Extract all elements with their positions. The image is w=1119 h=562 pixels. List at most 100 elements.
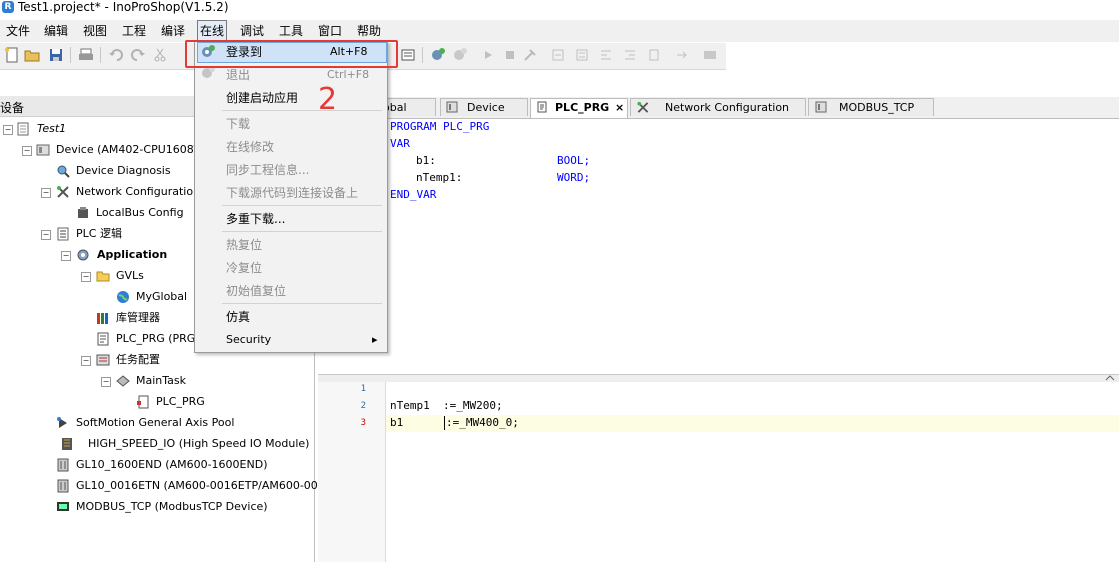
task-icon: [116, 375, 130, 387]
tab-network-configuration[interactable]: Network Configuration: [630, 98, 806, 116]
breakpoint-icon[interactable]: [550, 47, 566, 63]
program-call-icon: [137, 395, 149, 409]
tree-item-application[interactable]: Application: [97, 245, 167, 265]
save-icon[interactable]: [48, 47, 64, 63]
expand-toggle[interactable]: −: [81, 356, 91, 366]
redo-icon[interactable]: [130, 47, 146, 63]
expand-toggle[interactable]: −: [41, 188, 51, 198]
line-number: 1: [360, 384, 366, 394]
menu-online[interactable]: 在线: [197, 20, 228, 42]
tree-item-project[interactable]: Test1: [37, 119, 66, 139]
application-gear-icon: [77, 249, 89, 261]
menu-item-online-change[interactable]: 在线修改: [226, 137, 274, 157]
network-config-icon: [637, 101, 649, 113]
menu-item-multiple-download[interactable]: 多重下载...: [226, 209, 285, 229]
line-number: 3: [360, 418, 366, 428]
tree-item-plc-logic[interactable]: PLC 逻辑: [76, 224, 122, 244]
tree-item-gvls[interactable]: GVLs: [116, 266, 144, 286]
menu-item-logout[interactable]: 退出: [226, 65, 250, 85]
menu-debug[interactable]: 调试: [238, 21, 266, 41]
close-tab-icon[interactable]: ×: [615, 99, 624, 117]
variable-name: b1:: [416, 154, 436, 167]
run-to-cursor-icon[interactable]: [646, 47, 662, 63]
start-icon[interactable]: [480, 47, 496, 63]
menu-item-cold-reset[interactable]: 冷复位: [226, 258, 262, 278]
localbus-icon: [78, 207, 88, 218]
plc-logic-icon: [57, 227, 69, 241]
undo-icon[interactable]: [108, 47, 124, 63]
tree-item-device[interactable]: Device (AM402-CPU1608TP/: [56, 140, 211, 160]
menu-item-warm-reset[interactable]: 热复位: [226, 235, 262, 255]
menu-item-download[interactable]: 下载: [226, 114, 250, 134]
menu-edit[interactable]: 编辑: [42, 21, 70, 41]
tree-item-task-plc-prg[interactable]: PLC_PRG: [156, 392, 205, 412]
menu-separator: [222, 205, 382, 206]
tree-item-plc-prg[interactable]: PLC_PRG (PRG): [116, 329, 200, 349]
menu-window[interactable]: 窗口: [316, 21, 344, 41]
tree-item-gl10-1600end[interactable]: GL10_1600END (AM600-1600END): [76, 455, 268, 475]
declaration-editor[interactable]: PROGRAM PLC_PRG VAR b1: BOOL; nTemp1: WO…: [386, 119, 1119, 374]
modbus-icon: [57, 502, 69, 511]
menu-item-reset-origin[interactable]: 初始值复位: [226, 281, 286, 301]
print-icon[interactable]: [78, 47, 94, 63]
chevron-up-icon[interactable]: [1104, 375, 1116, 381]
step-out-icon[interactable]: [622, 47, 638, 63]
tree-item-localbus[interactable]: LocalBus Config: [96, 203, 184, 223]
menu-separator: [222, 303, 382, 304]
menu-item-simulation[interactable]: 仿真: [226, 307, 250, 327]
tree-item-device-diagnosis[interactable]: Device Diagnosis: [76, 161, 171, 181]
menu-item-security[interactable]: Security: [226, 330, 271, 350]
module-icon: [57, 458, 69, 472]
login-icon[interactable]: [430, 47, 446, 63]
code-line: nTemp1 :=_MW200;: [390, 399, 503, 412]
variable-type: WORD;: [557, 171, 591, 184]
stop-icon[interactable]: [502, 47, 518, 63]
menu-tools[interactable]: 工具: [277, 21, 305, 41]
menu-help[interactable]: 帮助: [355, 21, 383, 41]
task-config-icon: [96, 354, 110, 366]
tree-item-library-manager[interactable]: 库管理器: [116, 308, 160, 328]
logout-icon[interactable]: [452, 47, 468, 63]
next-statement-icon[interactable]: [674, 47, 690, 63]
tree-item-task-config[interactable]: 任务配置: [116, 350, 160, 370]
tree-item-modbus-tcp[interactable]: MODBUS_TCP (ModbusTCP Device): [76, 497, 268, 517]
menu-item-download-source[interactable]: 下载源代码到连接设备上: [226, 183, 358, 203]
expand-toggle[interactable]: −: [101, 377, 111, 387]
menu-file[interactable]: 文件: [4, 21, 32, 41]
reset-icon[interactable]: [522, 47, 538, 63]
menu-project[interactable]: 工程: [120, 21, 148, 41]
tree-item-gl10-0016etn[interactable]: GL10_0016ETN (AM600-0016ETP/AM600-0016ET: [76, 476, 345, 496]
tree-item-high-speed-io[interactable]: HIGH_SPEED_IO (High Speed IO Module): [88, 434, 309, 454]
menu-item-create-boot-app[interactable]: 创建启动应用: [226, 88, 298, 108]
step-into-icon[interactable]: [598, 47, 614, 63]
tree-item-maintask[interactable]: MainTask: [136, 371, 186, 391]
cut-icon[interactable]: [152, 47, 168, 63]
expand-toggle[interactable]: −: [61, 251, 71, 261]
write-values-icon[interactable]: [702, 47, 718, 63]
build-icon[interactable]: [400, 47, 416, 63]
window-title: Test1.project* - InoProShop(V1.5.2): [18, 0, 229, 14]
tree-item-network-configuration[interactable]: Network Configuration: [76, 182, 200, 202]
variable-type: BOOL;: [557, 154, 591, 167]
folder-icon: [96, 271, 110, 282]
expand-toggle[interactable]: −: [41, 230, 51, 240]
line-number: 2: [360, 401, 366, 411]
menu-view[interactable]: 视图: [81, 21, 109, 41]
device-icon: [36, 144, 50, 156]
variable-name: nTemp1:: [416, 171, 463, 184]
expand-toggle[interactable]: −: [22, 146, 32, 156]
expand-toggle[interactable]: −: [3, 125, 13, 135]
open-folder-icon[interactable]: [24, 47, 40, 63]
text-cursor: [444, 416, 445, 430]
tree-item-softmotion-pool[interactable]: SoftMotion General Axis Pool: [76, 413, 234, 433]
step-over-icon[interactable]: [574, 47, 590, 63]
tree-item-myglobal[interactable]: MyGlobal: [136, 287, 187, 307]
menu-build[interactable]: 编译: [159, 21, 187, 41]
new-file-icon[interactable]: [4, 47, 20, 63]
code-line: END_VAR: [390, 188, 437, 201]
expand-toggle[interactable]: −: [81, 272, 91, 282]
menu-item-sync-project[interactable]: 同步工程信息...: [226, 160, 309, 180]
code-line: PROGRAM PLC_PRG: [390, 120, 490, 133]
annotation-step-number: 2: [318, 82, 338, 117]
devices-panel-title: 设备: [0, 101, 25, 115]
